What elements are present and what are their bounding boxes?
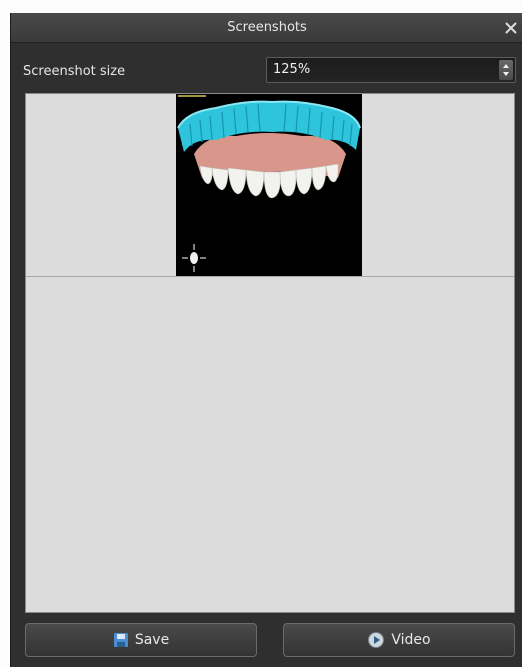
screenshot-size-select[interactable]: 125% bbox=[266, 57, 516, 83]
dialog-title: Screenshots bbox=[227, 20, 307, 35]
spinner-arrows-icon[interactable] bbox=[499, 60, 513, 80]
title-bar[interactable]: Screenshots bbox=[11, 13, 522, 43]
save-label: Save bbox=[134, 632, 170, 648]
preview-divider bbox=[26, 276, 514, 277]
video-label: Video bbox=[391, 632, 431, 648]
screenshot-size-label: Screenshot size bbox=[23, 64, 126, 79]
screenshot-size-value: 125% bbox=[273, 62, 311, 77]
floppy-disk-icon bbox=[113, 633, 128, 647]
video-button[interactable]: Video bbox=[283, 623, 515, 657]
dental-model-thumbnail bbox=[176, 94, 362, 276]
screenshot-thumbnail[interactable] bbox=[176, 94, 362, 276]
screenshots-dialog: Screenshots Screenshot size 125% Save Vi… bbox=[10, 13, 522, 667]
save-button[interactable]: Save bbox=[25, 623, 257, 657]
close-button[interactable] bbox=[501, 18, 521, 38]
screenshot-preview-area bbox=[25, 93, 515, 613]
video-camera-icon bbox=[368, 632, 385, 648]
close-icon bbox=[505, 22, 517, 34]
